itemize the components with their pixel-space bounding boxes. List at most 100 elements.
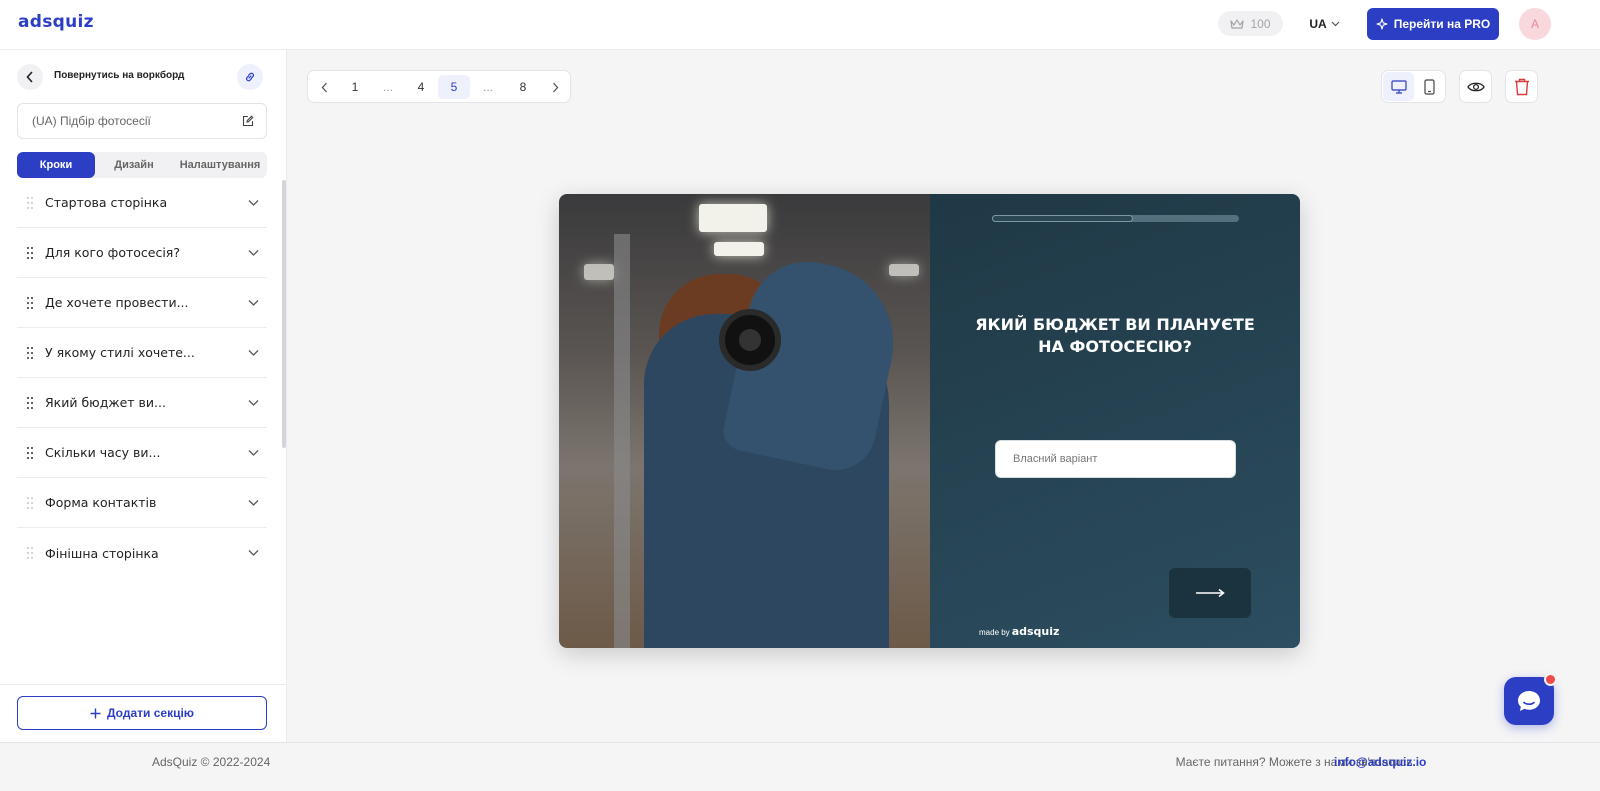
arrow-right-icon	[1196, 588, 1225, 598]
contact-email-link[interactable]: info@adsquiz.io	[1334, 755, 1426, 769]
plus-icon	[90, 708, 101, 718]
notification-dot	[1544, 673, 1557, 686]
step-item[interactable]: Скільки часу ви...	[17, 428, 267, 478]
quiz-photo	[559, 194, 930, 648]
avatar[interactable]: A	[1519, 8, 1551, 40]
add-section-button[interactable]: Додати секцію	[17, 696, 267, 730]
step-item[interactable]: Фінішна сторінка	[17, 528, 267, 578]
preview-button[interactable]	[1459, 70, 1492, 103]
drag-handle-icon	[27, 196, 35, 209]
chevron-down-icon[interactable]	[248, 349, 259, 356]
delete-button[interactable]	[1505, 70, 1538, 103]
sidebar: Повернутись на воркборд (UA) Підбір фото…	[0, 50, 287, 742]
made-by-brand: adsquiz	[1011, 625, 1060, 638]
drag-handle-icon	[27, 496, 35, 509]
chevron-left-icon	[26, 71, 33, 83]
ceiling-lamp	[889, 264, 919, 276]
chevron-down-icon[interactable]	[248, 249, 259, 256]
step-label: Скільки часу ви...	[45, 445, 161, 460]
step-pager: 1 ... 4 5 ... 8	[307, 70, 571, 103]
mobile-view-button[interactable]	[1414, 72, 1445, 101]
pillar	[614, 234, 630, 648]
language-select[interactable]: UA	[1302, 11, 1347, 36]
copyright: AdsQuiz © 2022-2024	[152, 755, 271, 769]
page-ellipsis: ...	[382, 80, 393, 94]
page-button-active[interactable]: 5	[438, 75, 470, 99]
chevron-left-icon	[321, 82, 327, 92]
pager-next-button[interactable]	[539, 75, 571, 99]
step-item[interactable]: Форма контактів	[17, 478, 267, 528]
logo[interactable]: adsquiz	[18, 12, 94, 32]
pager-prev-button[interactable]	[308, 75, 340, 99]
chevron-down-icon[interactable]	[248, 550, 259, 557]
step-label: Форма контактів	[45, 495, 157, 510]
chevron-down-icon[interactable]	[248, 299, 259, 306]
mobile-icon	[1424, 78, 1435, 95]
back-label[interactable]: Повернутись на воркборд	[54, 70, 184, 81]
step-label: Стартова сторінка	[45, 195, 168, 210]
go-pro-button[interactable]: Перейти на PRO	[1367, 8, 1499, 40]
sparkle-icon	[1376, 18, 1388, 30]
progress-fill	[992, 215, 1133, 222]
page-button[interactable]: 8	[507, 75, 539, 99]
step-item[interactable]: Де хочете провести...	[17, 278, 267, 328]
step-label: Де хочете провести...	[45, 295, 189, 310]
desktop-view-button[interactable]	[1383, 72, 1414, 101]
crown-icon	[1230, 18, 1245, 29]
coins-badge: 100	[1218, 11, 1283, 36]
coins-count: 100	[1250, 16, 1271, 31]
page-ellipsis: ...	[482, 80, 493, 94]
eye-icon	[1466, 82, 1485, 91]
step-item[interactable]: Який бюджет ви...	[17, 378, 267, 428]
chevron-right-icon	[552, 82, 558, 92]
drag-handle-icon[interactable]	[27, 346, 35, 359]
made-by-badge[interactable]: made by adsquiz	[979, 625, 1059, 638]
chat-icon	[1518, 691, 1540, 711]
step-item[interactable]: Стартова сторінка	[17, 178, 267, 228]
sidebar-scrollbar[interactable]	[282, 180, 286, 448]
chevron-down-icon[interactable]	[248, 449, 259, 456]
made-by-prefix: made by	[979, 628, 1010, 637]
chevron-down-icon	[1331, 21, 1340, 26]
tab-design[interactable]: Дизайн	[95, 152, 173, 178]
copy-link-button[interactable]	[237, 64, 263, 90]
quiz-name-text: (UA) Підбір фотосесії	[32, 114, 151, 128]
next-button[interactable]	[1169, 568, 1251, 618]
quiz-preview-card: ЯКИЙ БЮДЖЕТ ВИ ПЛАНУЄТЕ НА ФОТОСЕСІЮ? Вл…	[559, 194, 1300, 648]
back-button[interactable]	[17, 64, 43, 90]
quiz-panel: ЯКИЙ БЮДЖЕТ ВИ ПЛАНУЄТЕ НА ФОТОСЕСІЮ? Вл…	[930, 194, 1300, 648]
divider	[0, 684, 287, 685]
drag-handle-icon[interactable]	[27, 296, 35, 309]
language-value: UA	[1309, 16, 1327, 31]
tab-steps[interactable]: Кроки	[17, 152, 95, 178]
page-button[interactable]: 1	[339, 75, 371, 99]
step-label: У якому стилі хочете...	[45, 345, 195, 360]
device-toggle	[1381, 70, 1446, 103]
step-label: Фінішна сторінка	[45, 545, 159, 561]
top-header: adsquiz 100 UA Перейти на PRO A	[0, 0, 1600, 50]
footer: AdsQuiz © 2022-2024 Маєте питання? Может…	[0, 742, 1600, 791]
chevron-down-icon[interactable]	[248, 399, 259, 406]
step-item[interactable]: У якому стилі хочете...	[17, 328, 267, 378]
drag-handle-icon[interactable]	[27, 396, 35, 409]
chevron-down-icon[interactable]	[248, 199, 259, 206]
steps-list: Стартова сторінка Для кого фотосесія? Де…	[17, 178, 267, 578]
edit-icon[interactable]	[242, 115, 254, 127]
go-pro-label: Перейти на PRO	[1393, 17, 1491, 31]
drag-handle-icon[interactable]	[27, 446, 35, 459]
step-label: Для кого фотосесія?	[45, 245, 180, 260]
step-item[interactable]: Для кого фотосесія?	[17, 228, 267, 278]
page-button[interactable]: 4	[405, 75, 437, 99]
drag-handle-icon[interactable]	[27, 246, 35, 259]
ceiling-lamp	[584, 264, 614, 280]
custom-answer-input[interactable]: Власний варіант	[995, 440, 1236, 478]
drag-handle-icon	[27, 547, 35, 559]
ceiling-lamp	[699, 204, 767, 232]
chevron-down-icon[interactable]	[248, 499, 259, 506]
tab-settings[interactable]: Налаштування	[173, 152, 267, 178]
desktop-icon	[1390, 79, 1407, 94]
ceiling-lamp	[714, 242, 764, 256]
quiz-name-field[interactable]: (UA) Підбір фотосесії	[17, 103, 267, 139]
add-section-label: Додати секцію	[106, 706, 195, 720]
link-icon	[246, 72, 254, 82]
